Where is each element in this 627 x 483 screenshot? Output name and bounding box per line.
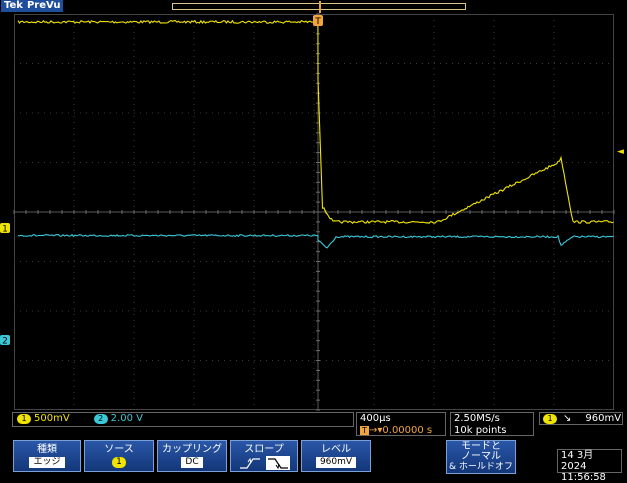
trigger-slope-button[interactable]: スロープ bbox=[230, 440, 298, 472]
timebase-readout[interactable]: 400µs T →▾0.00000 s bbox=[356, 412, 446, 436]
trigger-position-label: T bbox=[314, 17, 321, 27]
acquisition-readout[interactable]: 2.50MS/s 10k points bbox=[450, 412, 534, 436]
trigger-source-label: ソース bbox=[104, 444, 134, 455]
mode-holdoff-button[interactable]: モードと ノーマル & ホールドオフ bbox=[446, 440, 516, 474]
date-time-readout: 14 3月 2024 11:56:58 bbox=[557, 449, 622, 483]
waveform-display: 1 2 T ◄ bbox=[0, 13, 624, 411]
falling-slope-icon[interactable] bbox=[266, 456, 290, 470]
trigger-type-button[interactable]: 種類 エッジ bbox=[13, 440, 81, 472]
trigger-level-menu-value: 960mV bbox=[315, 457, 357, 468]
time: 11:56:58 bbox=[561, 472, 606, 483]
mode-line2: ノーマル bbox=[461, 451, 501, 462]
rising-slope-icon[interactable] bbox=[238, 456, 262, 470]
trigger-level-button[interactable]: レベル 960mV bbox=[301, 440, 371, 472]
trigger-slope-label: スロープ bbox=[244, 444, 284, 455]
sample-rate: 2.50MS/s bbox=[454, 413, 500, 424]
trigger-coupling-value: DC bbox=[181, 457, 203, 468]
ch2-trace bbox=[17, 233, 614, 249]
ch2-badge: 2 bbox=[93, 414, 108, 424]
trigger-type-value: エッジ bbox=[29, 457, 65, 468]
date: 14 3月 2024 bbox=[561, 450, 594, 472]
trigger-source-button[interactable]: ソース 1 bbox=[84, 440, 154, 472]
trigger-icon: T bbox=[360, 426, 369, 435]
ch1-trace bbox=[17, 19, 614, 225]
trigger-type-label: 種類 bbox=[37, 444, 57, 455]
trigger-coupling-label: カップリング bbox=[162, 444, 222, 455]
ch1-ground-label: 1 bbox=[2, 225, 8, 235]
ch1-scale: 500mV bbox=[34, 413, 70, 424]
trigger-level-value: 960mV bbox=[585, 413, 622, 424]
channel-scale-readout[interactable]: 1 500mV 2 2.00 V bbox=[12, 412, 354, 427]
ch2-scale: 2.00 V bbox=[110, 413, 143, 424]
falling-edge-icon: ↘ bbox=[563, 413, 572, 424]
record-length: 10k points bbox=[454, 425, 507, 436]
horizontal-scale: 400µs bbox=[360, 413, 391, 424]
trigger-coupling-button[interactable]: カップリング DC bbox=[157, 440, 227, 472]
trigger-level-label: レベル bbox=[321, 444, 351, 455]
mode-line3: & ホールドオフ bbox=[449, 462, 513, 472]
trigger-source-value: 1 bbox=[112, 457, 126, 468]
trigger-source-badge: 1 bbox=[543, 414, 557, 424]
ch2-ground-label: 2 bbox=[2, 337, 8, 347]
trigger-level-marker: ◄ bbox=[617, 147, 624, 157]
horizontal-delay: →▾0.00000 s bbox=[369, 425, 433, 436]
trigger-readout[interactable]: 1 ↘ 960mV bbox=[539, 412, 623, 425]
ch1-badge: 1 bbox=[17, 414, 31, 424]
